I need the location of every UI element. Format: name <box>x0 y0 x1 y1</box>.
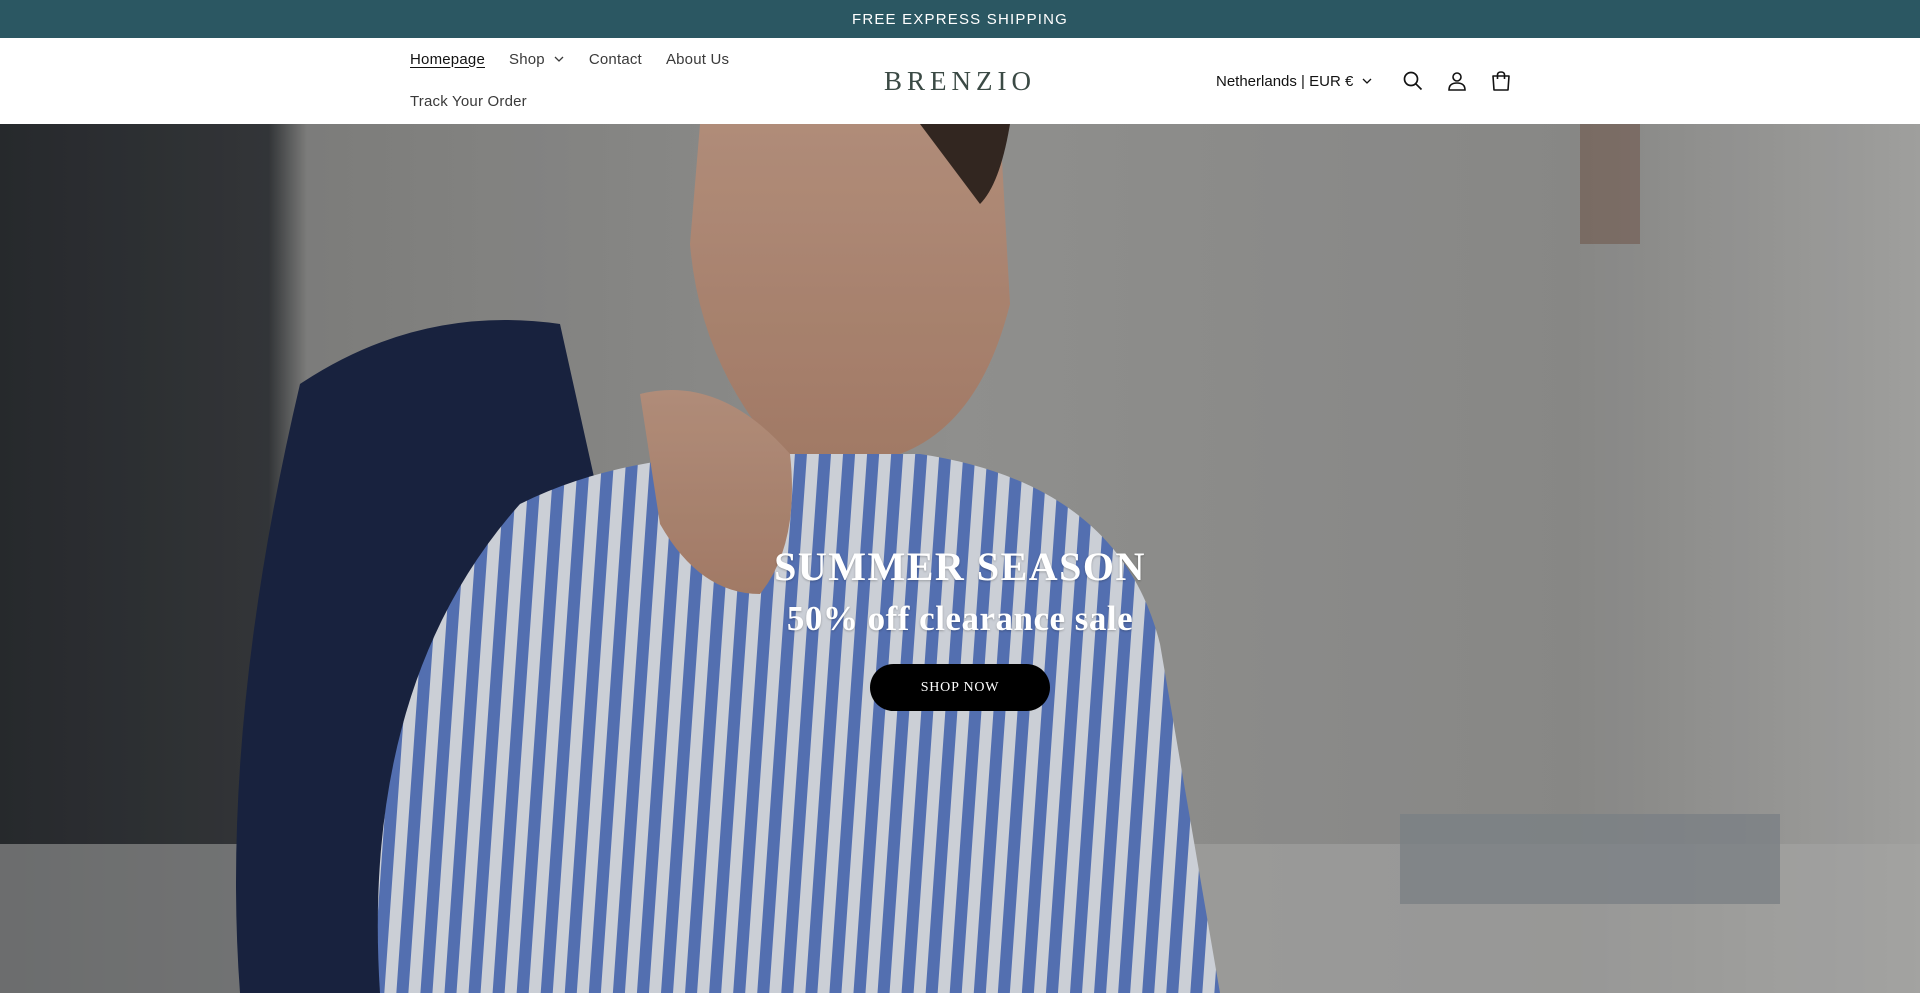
site-header: Homepage Shop Contact About Us Track You… <box>0 38 1920 124</box>
nav-link-shop-label: Shop <box>508 50 545 68</box>
nav-link-contact[interactable]: Contact <box>589 51 642 68</box>
chevron-down-icon <box>554 56 564 62</box>
nav-link-track-order[interactable]: Track Your Order <box>410 93 527 110</box>
shop-now-button[interactable]: SHOP NOW <box>870 664 1050 711</box>
hero-subtitle: 50% off clearance sale <box>786 599 1134 638</box>
hero-content: SUMMER SEASON 50% off clearance sale SHO… <box>660 542 1260 711</box>
nav-link-shop[interactable]: Shop <box>509 51 565 68</box>
search-button[interactable] <box>1391 59 1435 103</box>
nav-link-about-us[interactable]: About Us <box>666 51 729 68</box>
hero-title: SUMMER SEASON <box>774 544 1146 589</box>
brand-logo[interactable]: BRENZIO <box>880 64 1040 98</box>
main-nav: Homepage Shop Contact About Us <box>410 38 753 80</box>
announcement-text: FREE EXPRESS SHIPPING <box>851 10 1069 28</box>
cart-icon <box>1492 71 1511 91</box>
nav-link-homepage[interactable]: Homepage <box>410 51 485 68</box>
hero-banner: SUMMER SEASON 50% off clearance sale SHO… <box>0 124 1920 993</box>
country-currency-label: Netherlands | EUR € <box>1216 72 1354 90</box>
announcement-bar: FREE EXPRESS SHIPPING <box>0 0 1920 38</box>
account-icon <box>1448 72 1467 91</box>
search-icon <box>1403 71 1423 91</box>
chevron-down-icon <box>1362 78 1372 84</box>
header-actions: Netherlands | EUR € <box>1216 38 1523 124</box>
main-nav-row-2: Track Your Order <box>410 80 551 122</box>
cart-button[interactable] <box>1479 59 1523 103</box>
country-currency-selector[interactable]: Netherlands | EUR € <box>1216 73 1373 90</box>
account-button[interactable] <box>1435 59 1479 103</box>
